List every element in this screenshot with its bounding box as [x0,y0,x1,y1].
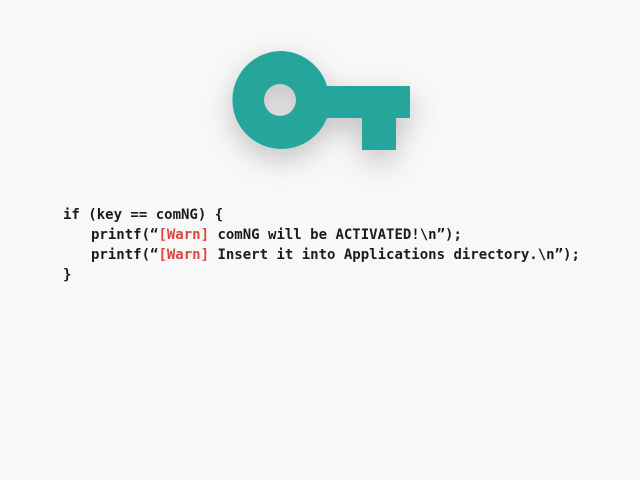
warn-tag: [Warn] [158,247,210,263]
code-line-printf-activated: printf(“[Warn] comNG will be ACTIVATED!\… [63,225,580,245]
code-line-close-brace: } [63,267,72,283]
activation-screen: if (key == comNG) {printf(“[Warn] comNG … [0,0,640,480]
key-icon [232,50,410,150]
warn-tag: [Warn] [158,227,210,243]
printf-prefix: printf(“ [91,247,159,263]
code-line-printf-insert: printf(“[Warn] Insert it into Applicatio… [63,245,580,265]
warn-message: comNG will be ACTIVATED!\n”); [209,227,462,243]
key-shape [232,50,410,150]
code-block: if (key == comNG) {printf(“[Warn] comNG … [63,205,580,285]
code-line-if: if (key == comNG) { [63,207,224,223]
warn-message: Insert it into Applications directory.\n… [209,247,580,263]
printf-prefix: printf(“ [91,227,159,243]
